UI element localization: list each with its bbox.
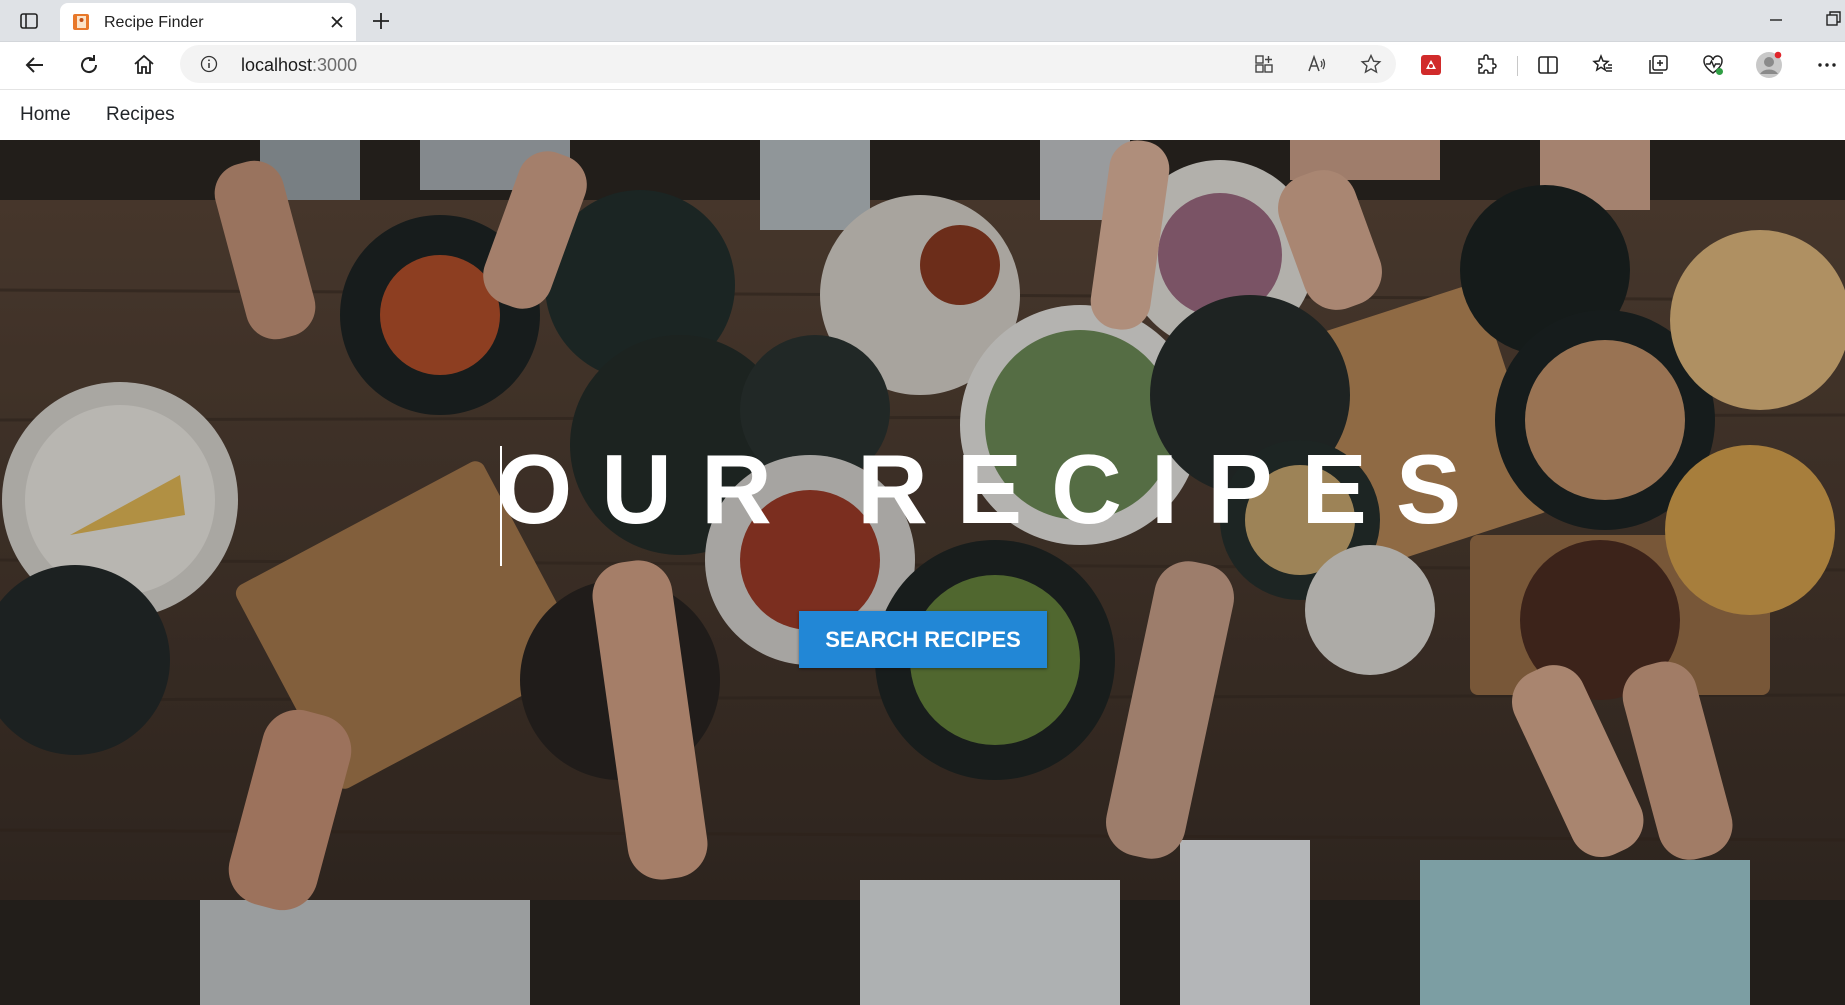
search-recipes-button[interactable]: SEARCH RECIPES [799,611,1047,668]
browser-tab-strip: Recipe Finder [0,0,1845,42]
collections-icon[interactable] [1643,50,1673,80]
address-bar[interactable]: localhost:3000 [180,45,1396,83]
nav-link-recipes[interactable]: Recipes [106,104,175,126]
profile-avatar-icon[interactable] [1754,50,1784,80]
refresh-icon[interactable] [74,50,104,80]
restore-window-icon[interactable] [1824,10,1842,28]
hero-section: OUR RECIPES SEARCH RECIPES [0,140,1845,1005]
active-tab[interactable]: Recipe Finder [60,3,356,41]
new-tab-icon[interactable] [368,8,394,34]
extensions-icon[interactable] [1472,50,1502,80]
browser-essentials-icon[interactable] [1698,50,1728,80]
close-tab-icon[interactable] [328,13,346,31]
url-port: :3000 [312,55,358,75]
toolbar-divider [1517,56,1518,76]
app-available-icon[interactable] [1253,53,1275,75]
favorites-icon[interactable] [1588,50,1618,80]
extension-red-icon[interactable] [1416,50,1446,80]
hero-dim-overlay [0,140,1845,1005]
more-menu-icon[interactable] [1812,50,1842,80]
favorite-star-icon[interactable] [1360,53,1382,75]
site-navbar: Home Recipes [0,89,1845,140]
minimize-window-icon[interactable] [1768,12,1784,28]
browser-toolbar: localhost:3000 [0,42,1845,88]
tab-actions-icon[interactable] [16,8,42,34]
split-screen-icon[interactable] [1533,50,1563,80]
tab-title: Recipe Finder [104,14,204,31]
read-aloud-icon[interactable] [1306,53,1328,75]
hero-title: OUR RECIPES [496,434,1491,544]
url-host: localhost [241,55,313,75]
recipe-book-icon [72,13,90,31]
url-text[interactable]: localhost:3000 [241,55,357,76]
info-icon[interactable] [200,55,218,73]
home-icon[interactable] [129,50,159,80]
nav-link-home[interactable]: Home [20,104,71,126]
back-icon[interactable] [20,50,50,80]
